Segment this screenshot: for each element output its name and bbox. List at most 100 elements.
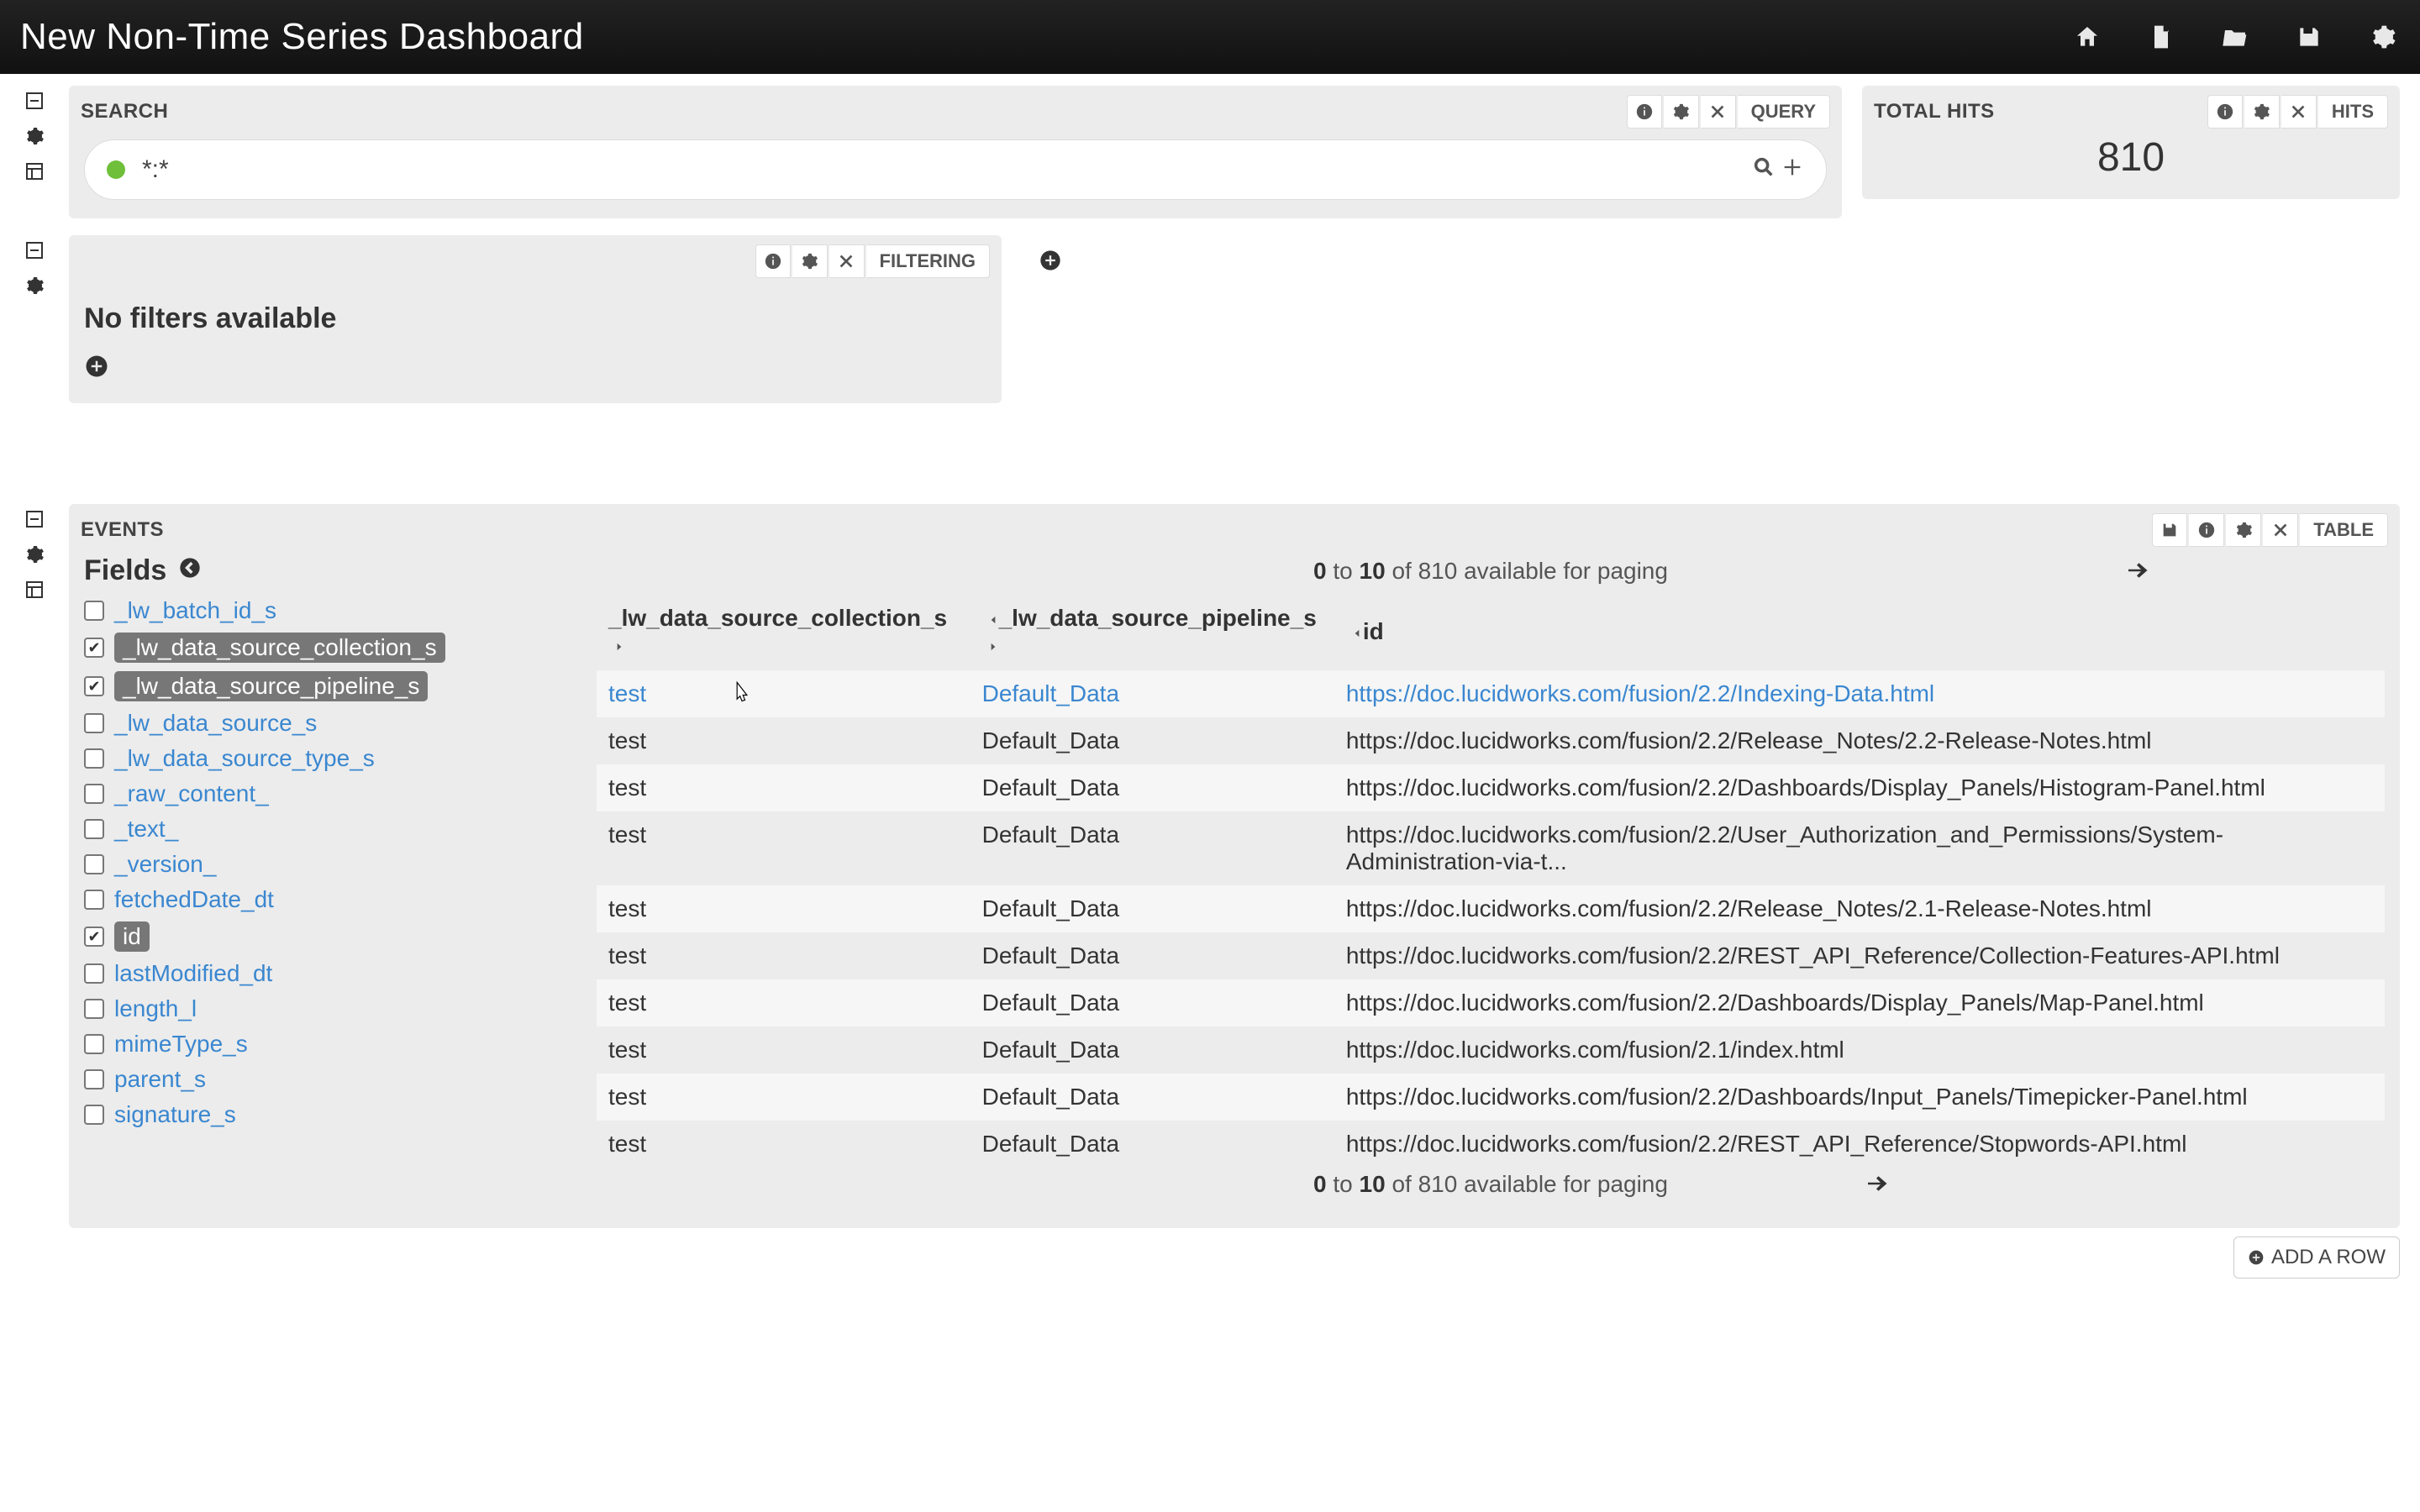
field-link[interactable]: signature_s <box>114 1101 236 1128</box>
field-checkbox[interactable] <box>84 638 104 658</box>
panel-info-icon[interactable] <box>2189 513 2224 547</box>
table-cell: https://doc.lucidworks.com/fusion/2.2/Re… <box>1334 885 2385 932</box>
field-checkbox[interactable] <box>84 927 104 947</box>
panel-close-icon[interactable] <box>2263 513 2298 547</box>
field-checkbox[interactable] <box>84 784 104 804</box>
table-row[interactable]: testDefault_Datahttps://doc.lucidworks.c… <box>597 764 2385 811</box>
field-item[interactable]: lastModified_dt <box>84 960 580 987</box>
field-item[interactable]: _lw_data_source_type_s <box>84 745 580 772</box>
settings-icon[interactable] <box>2366 20 2400 54</box>
fields-collapse-icon[interactable] <box>178 554 202 587</box>
panel-gear-icon[interactable] <box>1664 95 1699 129</box>
add-panel-icon[interactable] <box>1039 249 1062 278</box>
table-cell: test <box>597 1074 971 1121</box>
row-collapse-icon[interactable] <box>21 237 48 264</box>
field-link[interactable]: _lw_batch_id_s <box>114 597 276 624</box>
field-link[interactable]: _lw_data_source_pipeline_s <box>114 671 428 701</box>
field-link[interactable]: mimeType_s <box>114 1031 248 1058</box>
field-checkbox[interactable] <box>84 1069 104 1089</box>
panel-info-icon[interactable] <box>1627 95 1662 129</box>
field-item[interactable]: _lw_data_source_s <box>84 710 580 737</box>
row-collapse-icon[interactable] <box>21 87 48 114</box>
field-link[interactable]: _text_ <box>114 816 178 843</box>
add-row-button[interactable]: ADD A ROW <box>2233 1236 2400 1278</box>
field-link[interactable]: fetchedDate_dt <box>114 886 274 913</box>
table-row[interactable]: testDefault_Datahttps://doc.lucidworks.c… <box>597 932 2385 979</box>
field-item[interactable]: _raw_content_ <box>84 780 580 807</box>
field-checkbox[interactable] <box>84 854 104 874</box>
field-item[interactable]: _version_ <box>84 851 580 878</box>
row-settings-icon[interactable] <box>21 272 48 299</box>
field-link[interactable]: _lw_data_source_s <box>114 710 317 737</box>
field-checkbox[interactable] <box>84 676 104 696</box>
table-row[interactable]: testDefault_Datahttps://doc.lucidworks.c… <box>597 885 2385 932</box>
table-row[interactable]: testDefault_Datahttps://doc.lucidworks.c… <box>597 811 2385 885</box>
query-input[interactable] <box>142 155 1735 184</box>
panel-gear-icon[interactable] <box>2226 513 2261 547</box>
pager-next-icon[interactable] <box>1864 1171 1889 1202</box>
pager-bottom: 0 to 10 of 810 available for paging <box>597 1168 2385 1210</box>
field-item[interactable]: _lw_data_source_pipeline_s <box>84 671 580 701</box>
new-file-icon[interactable] <box>2144 20 2178 54</box>
field-item[interactable]: _lw_data_source_collection_s <box>84 633 580 663</box>
field-link[interactable]: lastModified_dt <box>114 960 272 987</box>
save-icon[interactable] <box>2292 20 2326 54</box>
panel-info-icon[interactable] <box>2207 95 2243 129</box>
add-query-icon[interactable] <box>1781 155 1804 185</box>
panel-info-icon[interactable] <box>755 244 791 278</box>
add-filter-icon[interactable] <box>84 354 109 379</box>
panel-close-icon[interactable] <box>829 244 865 278</box>
query-status-dot[interactable] <box>107 160 125 179</box>
row-collapse-icon[interactable] <box>21 506 48 533</box>
field-item[interactable]: mimeType_s <box>84 1031 580 1058</box>
field-checkbox[interactable] <box>84 713 104 733</box>
field-item[interactable]: _lw_batch_id_s <box>84 597 580 624</box>
panel-save-icon[interactable] <box>2152 513 2187 547</box>
table-row[interactable]: testDefault_Datahttps://doc.lucidworks.c… <box>597 979 2385 1026</box>
field-link[interactable]: _lw_data_source_collection_s <box>114 633 445 663</box>
row-layout-icon[interactable] <box>21 576 48 603</box>
table-row[interactable]: testDefault_Datahttps://doc.lucidworks.c… <box>597 1074 2385 1121</box>
table-cell: https://doc.lucidworks.com/fusion/2.2/RE… <box>1334 1121 2385 1168</box>
field-checkbox[interactable] <box>84 1034 104 1054</box>
row-settings-icon[interactable] <box>21 123 48 150</box>
table-row[interactable]: testDefault_Datahttps://doc.lucidworks.c… <box>597 717 2385 764</box>
table-cell: test <box>597 670 971 717</box>
panel-close-icon[interactable] <box>2281 95 2317 129</box>
table-header[interactable]: id <box>1334 596 2385 670</box>
field-item[interactable]: length_l <box>84 995 580 1022</box>
table-row[interactable]: testDefault_Datahttps://doc.lucidworks.c… <box>597 1026 2385 1074</box>
field-item[interactable]: fetchedDate_dt <box>84 886 580 913</box>
field-item[interactable]: id <box>84 921 580 952</box>
field-link[interactable]: length_l <box>114 995 197 1022</box>
table-header[interactable]: _lw_data_source_pipeline_s <box>971 596 1334 670</box>
row-layout-icon[interactable] <box>21 158 48 185</box>
field-checkbox[interactable] <box>84 748 104 769</box>
search-icon[interactable] <box>1752 155 1776 185</box>
field-checkbox[interactable] <box>84 890 104 910</box>
field-link[interactable]: _raw_content_ <box>114 780 269 807</box>
table-header[interactable]: _lw_data_source_collection_s <box>597 596 971 670</box>
field-checkbox[interactable] <box>84 999 104 1019</box>
row-settings-icon[interactable] <box>21 541 48 568</box>
table-row[interactable]: testDefault_Datahttps://doc.lucidworks.c… <box>597 1121 2385 1168</box>
panel-gear-icon[interactable] <box>792 244 828 278</box>
field-checkbox[interactable] <box>84 819 104 839</box>
panel-close-icon[interactable] <box>1701 95 1736 129</box>
field-link[interactable]: _lw_data_source_type_s <box>114 745 375 772</box>
table-row[interactable]: testDefault_Datahttps://doc.lucidworks.c… <box>597 670 2385 717</box>
field-item[interactable]: signature_s <box>84 1101 580 1128</box>
open-folder-icon[interactable] <box>2218 20 2252 54</box>
field-link[interactable]: _version_ <box>114 851 216 878</box>
field-checkbox[interactable] <box>84 963 104 984</box>
field-item[interactable]: _text_ <box>84 816 580 843</box>
field-link[interactable]: parent_s <box>114 1066 206 1093</box>
field-link[interactable]: id <box>114 921 150 952</box>
field-checkbox[interactable] <box>84 601 104 621</box>
search-panel-label: QUERY <box>1738 95 1830 129</box>
panel-gear-icon[interactable] <box>2244 95 2280 129</box>
home-icon[interactable] <box>2070 20 2104 54</box>
field-checkbox[interactable] <box>84 1105 104 1125</box>
field-item[interactable]: parent_s <box>84 1066 580 1093</box>
pager-next-icon[interactable] <box>2124 558 2149 589</box>
